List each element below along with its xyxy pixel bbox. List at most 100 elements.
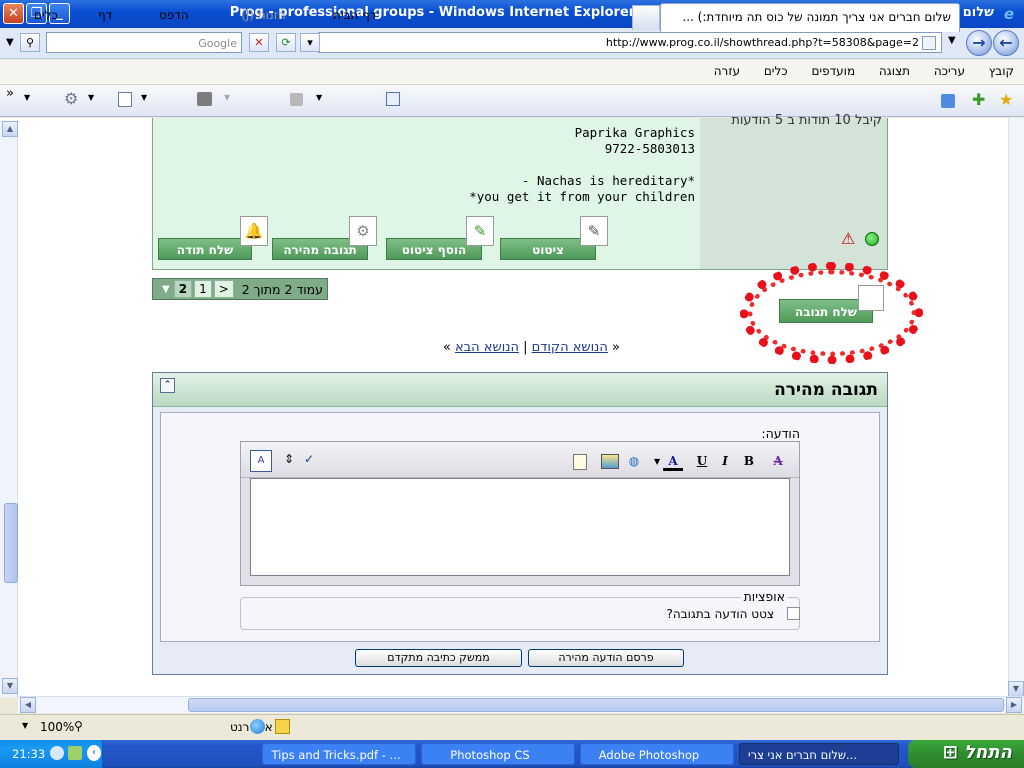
scroll-left-icon[interactable]: ◀ — [20, 697, 36, 713]
page-command[interactable]: דף — [98, 8, 112, 22]
task-tips-and-tricks-pdf[interactable]: Tips and Tricks.pdf - ... — [262, 743, 416, 765]
advanced-editor-button[interactable]: ממשק כתיבה מתקדם — [355, 649, 522, 667]
pagination-page-2: 2 — [173, 280, 193, 298]
stop-button[interactable]: ✕ — [249, 33, 269, 52]
search-input[interactable]: Google — [46, 32, 242, 53]
post-quick-reply-button[interactable]: פרסם הודעה מהירה — [528, 649, 684, 667]
zoom-level[interactable]: 100% — [40, 720, 74, 734]
feeds-command[interactable]: הזנות (J) — [241, 8, 286, 22]
next-thread-link[interactable]: הנושא הבא — [455, 340, 519, 355]
clock[interactable]: 21:33 — [12, 747, 45, 761]
options-legend: אופציות — [740, 589, 788, 604]
bold-button[interactable]: B — [739, 451, 759, 471]
scroll-down-icon[interactable]: ▼ — [1008, 681, 1024, 697]
report-post-icon[interactable]: ⚠ — [841, 229, 855, 248]
tools-gear-icon: ⚙ — [64, 89, 79, 108]
start-label: התחל — [964, 742, 1012, 763]
task-adobe-photoshop[interactable]: Adobe Photoshop — [580, 743, 734, 765]
refresh-button[interactable]: ⟳ — [276, 33, 296, 52]
pagination-page-1[interactable]: 1 — [194, 280, 212, 298]
new-tab-button[interactable] — [632, 5, 660, 30]
next-thread-arrow: » — [442, 340, 451, 355]
resize-editor-icon[interactable]: ⇕ — [284, 452, 294, 466]
send-thanks-button[interactable]: שלח תודה — [158, 238, 252, 260]
switch-editor-mode-icon[interactable]: A — [250, 450, 272, 472]
menu-file[interactable]: קובץ — [989, 64, 1014, 78]
forward-button[interactable]: → — [966, 30, 992, 56]
ie-logo-icon: e — [1003, 5, 1015, 23]
pagination: עמוד 2 מתוך 2 < 1 2 ▼ — [152, 278, 328, 300]
task-ie-window[interactable]: שלום חברים אני צרי... — [739, 743, 899, 765]
toolbar-overflow-icon[interactable]: » — [6, 86, 14, 101]
tab-page-icon — [941, 94, 955, 108]
internet-zone-globe-icon — [250, 719, 265, 734]
menu-favorites[interactable]: מועדפים — [811, 64, 855, 78]
protected-mode-icon — [275, 719, 290, 734]
italic-button[interactable]: I — [715, 451, 735, 471]
close-button[interactable]: ✕ — [3, 3, 24, 24]
pagination-menu-icon[interactable]: ▼ — [162, 284, 170, 295]
tools-dropdown-icon[interactable]: ▼ — [24, 93, 30, 102]
print-dropdown-icon[interactable]: ▼ — [141, 93, 147, 102]
zoom-dropdown-icon[interactable]: ▼ — [22, 721, 28, 730]
prev-thread-link[interactable]: הנושא הקודם — [532, 340, 608, 355]
status-bar — [0, 714, 1024, 740]
insert-image-icon[interactable] — [601, 454, 619, 469]
print-icon[interactable] — [197, 92, 212, 106]
collapse-icon[interactable]: ⌃ — [160, 378, 175, 393]
spellcheck-icon[interactable]: ✓ — [304, 452, 314, 466]
message-label: הודעה: — [761, 426, 800, 441]
menu-tools[interactable]: כלים — [764, 64, 788, 78]
start-button[interactable]: התחל ⊞ — [908, 740, 1024, 768]
home-command[interactable]: דף הבית — [333, 8, 376, 22]
page-dropdown-icon[interactable]: ▼ — [88, 93, 94, 102]
tray-security-icon[interactable] — [68, 746, 82, 760]
scroll-right-icon[interactable]: ▶ — [1006, 697, 1022, 713]
vscroll-down-left-icon[interactable]: ▼ — [2, 678, 18, 694]
menu-edit[interactable]: עריכה — [934, 64, 965, 78]
task-photoshop-cs-folder[interactable]: Photoshop CS — [421, 743, 575, 765]
feeds-icon — [290, 93, 303, 106]
tray-expand-icon[interactable]: ‹ — [87, 745, 101, 761]
vscroll-up-left-icon[interactable]: ▲ — [2, 121, 18, 137]
tab-current[interactable]: שלום חברים אני צריך תמונה של כוס תה מיוח… — [660, 3, 960, 32]
address-dropdown-button[interactable]: ▾ — [300, 33, 320, 52]
home-icon[interactable] — [386, 92, 400, 106]
insert-link-icon[interactable]: ◍ — [624, 451, 644, 471]
page-icon — [118, 92, 132, 107]
menu-bar: קובץ עריכה תצוגה מועדפים כלים עזרה — [0, 60, 1024, 85]
insert-quote-icon[interactable] — [573, 454, 587, 470]
remove-format-button[interactable]: A — [768, 451, 788, 471]
add-favorites-icon[interactable]: ✚ — [972, 90, 985, 109]
font-color-dropdown-icon[interactable]: ▼ — [654, 457, 660, 466]
menu-help[interactable]: עזרה — [714, 64, 740, 78]
menu-view[interactable]: תצוגה — [879, 64, 910, 78]
underline-button[interactable]: U — [692, 451, 712, 471]
pagination-prev[interactable]: < — [213, 280, 234, 298]
tab-label: שלום חברים אני צריך תמונה של כוס תה מיוח… — [682, 10, 951, 24]
back-button[interactable]: ← — [993, 30, 1019, 56]
zoom-magnifier-icon[interactable]: ⚲ — [74, 719, 83, 733]
tray-network-icon[interactable] — [50, 746, 64, 760]
history-dropdown-icon[interactable]: ▼ — [948, 35, 956, 46]
quick-reply-title: תגובה מהירה — [774, 380, 878, 400]
post-user-info — [700, 118, 887, 269]
vertical-scrollbar[interactable] — [1008, 118, 1024, 696]
font-color-button[interactable]: A — [663, 451, 683, 471]
quote-message-checkbox[interactable] — [787, 607, 800, 620]
feeds-dropdown-icon[interactable]: ▼ — [224, 93, 230, 102]
search-provider-dropdown-icon[interactable]: ▼ — [6, 37, 14, 48]
compat-view-icon[interactable] — [922, 36, 936, 50]
print-command[interactable]: הדפס — [159, 8, 189, 22]
horizontal-scroll-thumb[interactable] — [188, 698, 1004, 712]
search-button[interactable]: ⚲ — [20, 33, 40, 52]
home-dropdown-icon[interactable]: ▼ — [316, 93, 322, 102]
address-input[interactable]: http://www.prog.co.il/showthread.php?t=5… — [318, 32, 942, 53]
favorites-star-icon[interactable]: ★ — [999, 90, 1013, 109]
left-scroll-thumb[interactable] — [4, 503, 18, 583]
online-status-icon — [865, 232, 879, 246]
tools-command[interactable]: כלים — [34, 8, 58, 22]
message-textarea[interactable] — [250, 478, 790, 576]
user-thanks-count: קיבל 10 תודות ב 5 הודעות — [731, 113, 882, 128]
left-gutter — [0, 120, 18, 698]
